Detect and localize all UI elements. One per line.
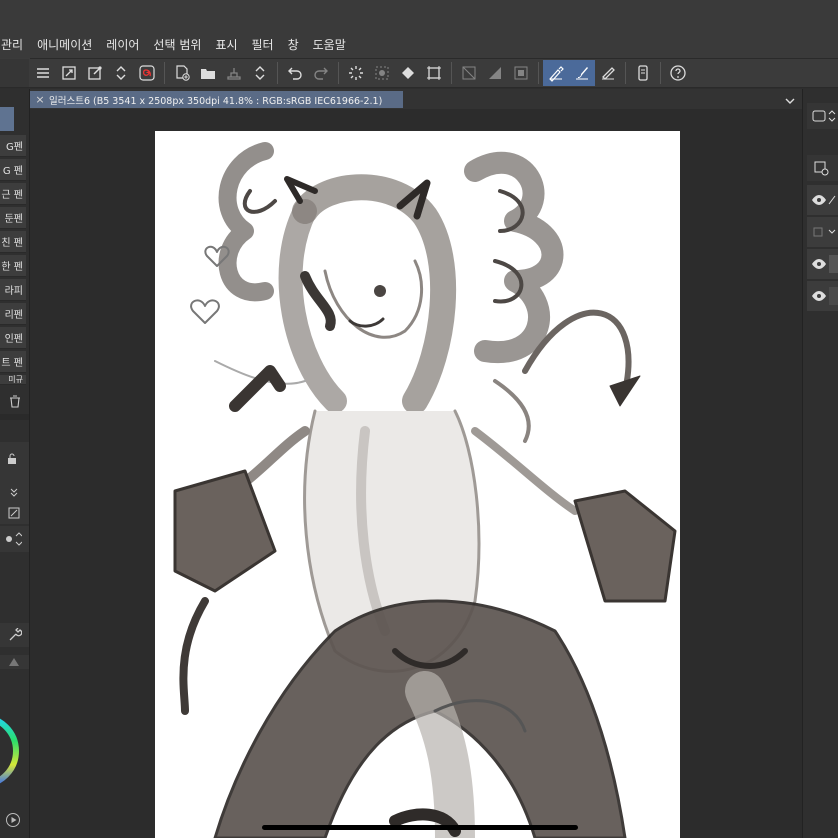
- property-row[interactable]: [0, 502, 29, 524]
- transform-icon[interactable]: [82, 60, 108, 86]
- undo-icon[interactable]: [282, 60, 308, 86]
- home-indicator: [262, 825, 578, 830]
- new-page-icon[interactable]: [169, 60, 195, 86]
- separator: [451, 62, 452, 84]
- separator: [625, 62, 626, 84]
- illustration-artwork: [173, 142, 677, 838]
- layer-toolbar[interactable]: [807, 103, 838, 129]
- menu-item-layer[interactable]: 레이어: [99, 36, 146, 53]
- menu-item-manage[interactable]: 관리: [0, 36, 30, 53]
- play-icon[interactable]: [5, 812, 21, 832]
- menu-item-window[interactable]: 창: [281, 36, 306, 53]
- brush-icon[interactable]: [569, 60, 595, 86]
- status-strip: [0, 0, 838, 30]
- divider: [0, 414, 29, 420]
- brush-item-7[interactable]: 라피: [0, 279, 26, 301]
- separator: [164, 62, 165, 84]
- menu-item-selection[interactable]: 선택 범위: [146, 36, 208, 53]
- drawing-canvas[interactable]: [155, 131, 680, 838]
- eye-icon[interactable]: [811, 258, 827, 270]
- pen-icon[interactable]: [543, 60, 569, 86]
- color-wheel[interactable]: [0, 706, 20, 796]
- right-layer-panel: [802, 89, 838, 838]
- bucket-icon[interactable]: [395, 60, 421, 86]
- canvas-size-icon[interactable]: [56, 60, 82, 86]
- menu-item-help[interactable]: 도움말: [306, 36, 353, 53]
- brush-item-4[interactable]: 둔펜: [0, 207, 26, 229]
- brush-item-11[interactable]: 미규: [0, 375, 26, 385]
- trash-icon[interactable]: [8, 393, 22, 412]
- brush-item-3[interactable]: 근 펜: [0, 183, 26, 205]
- loading-icon[interactable]: [343, 60, 369, 86]
- tool-settings[interactable]: [0, 623, 29, 647]
- stamp-icon[interactable]: [221, 60, 247, 86]
- menu-item-filter[interactable]: 필터: [245, 36, 281, 53]
- left-tool-panel: G펜 G 펜 근 펜 둔펜 친 펜 한 펜 라피 리펜 인펜 트 펜 미규: [0, 59, 30, 838]
- eraser-icon[interactable]: [595, 60, 621, 86]
- help-icon[interactable]: [665, 60, 691, 86]
- stepper[interactable]: [0, 482, 29, 502]
- command-bar: [30, 58, 838, 88]
- eye-icon[interactable]: [811, 290, 827, 302]
- brush-group-header[interactable]: [0, 107, 14, 131]
- brush-item-10[interactable]: 트 펜: [0, 351, 26, 373]
- brush-item-gpen-2[interactable]: G 펜: [0, 159, 26, 181]
- chevrons-icon-2[interactable]: [247, 60, 273, 86]
- document-tab[interactable]: × 일러스트6 (B5 3541 x 2508px 350dpi 41.8% :…: [30, 91, 403, 108]
- open-folder-icon[interactable]: [195, 60, 221, 86]
- device-icon[interactable]: [630, 60, 656, 86]
- crop-icon[interactable]: [421, 60, 447, 86]
- brush-item-5[interactable]: 친 펜: [0, 231, 26, 253]
- frame-icon[interactable]: [508, 60, 534, 86]
- menu-item-view[interactable]: 표시: [208, 36, 244, 53]
- layer-row[interactable]: [807, 217, 838, 247]
- ruler-icon[interactable]: [456, 60, 482, 86]
- chevrons-icon[interactable]: [108, 60, 134, 86]
- separator: [338, 62, 339, 84]
- property-row[interactable]: [0, 526, 29, 552]
- spiral-icon[interactable]: [134, 60, 160, 86]
- brush-item-8[interactable]: 리펜: [0, 303, 26, 325]
- property-panel: [0, 442, 29, 482]
- brush-item-gpen[interactable]: G펜: [0, 135, 26, 157]
- separator: [277, 62, 278, 84]
- layer-row[interactable]: [807, 281, 838, 311]
- separator: [660, 62, 661, 84]
- canvas-area[interactable]: [30, 109, 802, 838]
- color-header: [0, 655, 29, 669]
- fill-icon[interactable]: [369, 60, 395, 86]
- layer-row[interactable]: [807, 249, 838, 279]
- menu-item-animation[interactable]: 애니메이션: [30, 36, 99, 53]
- grid-icon[interactable]: [482, 60, 508, 86]
- separator: [538, 62, 539, 84]
- brush-item-6[interactable]: 한 펜: [0, 255, 26, 277]
- redo-icon[interactable]: [308, 60, 334, 86]
- brush-item-9[interactable]: 인펜: [0, 327, 26, 349]
- menu-icon[interactable]: [30, 60, 56, 86]
- eye-icon[interactable]: [811, 194, 827, 206]
- close-tab-icon[interactable]: ×: [34, 93, 46, 106]
- document-title: 일러스트6 (B5 3541 x 2508px 350dpi 41.8% : R…: [49, 95, 383, 107]
- new-layer-button[interactable]: [807, 155, 838, 181]
- clip-studio-window: 관리 애니메이션 레이어 선택 범위 표시 필터 창 도움말 × 일러스트6 (…: [0, 0, 838, 838]
- document-tab-bar: × 일러스트6 (B5 3541 x 2508px 350dpi 41.8% :…: [30, 89, 802, 109]
- tool-block: [0, 59, 29, 87]
- menu-bar: 관리 애니메이션 레이어 선택 범위 표시 필터 창 도움말: [0, 30, 838, 58]
- layer-row[interactable]: [807, 185, 838, 215]
